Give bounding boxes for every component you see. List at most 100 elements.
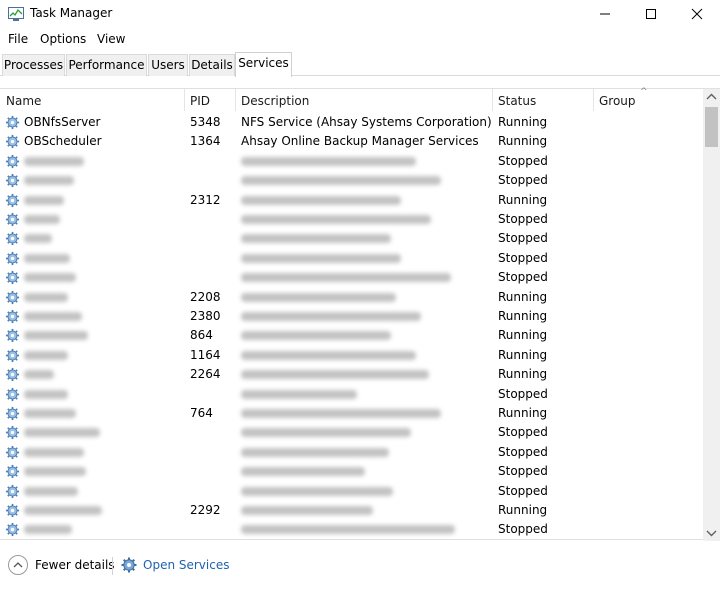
redacted-name <box>24 525 72 535</box>
table-row[interactable]: Stopped <box>0 482 703 501</box>
service-gear-icon <box>5 484 20 498</box>
table-row[interactable]: 1164 Running <box>0 346 703 365</box>
service-gear-icon <box>5 523 20 537</box>
redacted-name <box>24 234 52 244</box>
redacted-description <box>241 234 391 244</box>
table-row[interactable]: Stopped <box>0 443 703 462</box>
column-header-pid[interactable]: PID <box>184 89 235 111</box>
service-gear-icon <box>5 348 20 362</box>
footer-bar: Fewer details Open Services <box>0 550 720 582</box>
maximize-button[interactable] <box>628 0 674 28</box>
service-pid: 864 <box>190 328 213 343</box>
service-gear-icon <box>5 154 20 168</box>
tab-performance[interactable]: Performance <box>66 54 147 76</box>
table-row[interactable]: Stopped <box>0 268 703 287</box>
service-status: Stopped <box>498 153 548 168</box>
service-gear-icon <box>5 329 20 343</box>
redacted-description <box>241 292 396 302</box>
service-gear-icon <box>5 193 20 207</box>
chevron-up-icon <box>13 562 23 568</box>
table-row[interactable]: 2208 Running <box>0 288 703 307</box>
footer-divider <box>112 557 113 575</box>
service-gear-icon <box>5 271 20 285</box>
service-gear-icon <box>5 232 20 246</box>
table-row[interactable]: Stopped <box>0 229 703 248</box>
services-table: Name PID Description Status Group ^ OBNf… <box>0 87 720 541</box>
redacted-description <box>241 195 401 205</box>
redacted-description <box>241 273 451 283</box>
service-status: Running <box>498 503 548 517</box>
maximize-icon <box>646 9 656 19</box>
service-status: Running <box>498 289 548 304</box>
tab-services[interactable]: Services <box>235 52 292 77</box>
tab-processes[interactable]: Processes <box>2 54 65 76</box>
menu-options[interactable]: Options <box>40 32 86 46</box>
table-row[interactable]: OBNfsServer NFS Service (Ahsay Systems Co… <box>0 113 703 132</box>
service-status: Stopped <box>498 173 548 188</box>
redacted-name <box>24 215 60 224</box>
table-row[interactable]: Stopped <box>0 152 703 171</box>
column-header-status[interactable]: Status <box>492 89 593 111</box>
service-pid: 1164 <box>190 347 221 362</box>
close-button[interactable] <box>674 0 720 28</box>
service-gear-icon <box>5 290 20 304</box>
service-pid: 2380 <box>190 309 221 323</box>
table-row[interactable]: Stopped <box>0 385 703 404</box>
table-row[interactable]: 2380 Running <box>0 307 703 326</box>
scroll-up-icon[interactable] <box>703 89 720 106</box>
table-row[interactable]: 764 Running <box>0 404 703 423</box>
service-status: Stopped <box>498 250 548 265</box>
column-header-name[interactable]: Name <box>0 89 184 111</box>
service-gear-icon <box>5 503 20 518</box>
table-row[interactable]: Stopped <box>0 249 703 268</box>
table-row[interactable]: Stopped <box>0 423 703 442</box>
fewer-details-link[interactable]: Fewer details <box>35 558 115 572</box>
redacted-name <box>24 156 84 166</box>
table-row[interactable]: Stopped <box>0 520 703 539</box>
service-status: Stopped <box>498 483 548 498</box>
scroll-down-icon[interactable] <box>703 524 720 541</box>
redacted-name <box>24 331 88 341</box>
service-status: Running <box>498 115 548 129</box>
menu-view[interactable]: View <box>97 32 125 46</box>
minimize-button[interactable] <box>582 0 628 28</box>
window-title: Task Manager <box>30 6 113 20</box>
table-row[interactable]: Stopped <box>0 171 703 190</box>
service-gear-icon <box>5 426 20 440</box>
service-status: Running <box>498 192 548 207</box>
service-status: Running <box>498 134 548 149</box>
scroll-thumb[interactable] <box>705 107 718 147</box>
task-manager-icon <box>8 7 24 21</box>
table-row[interactable]: OBScheduler Ahsay Online Backup Manager S… <box>0 132 703 151</box>
tab-strip: Processes Performance Users Details Serv… <box>0 52 720 77</box>
table-row[interactable]: 2312 Running <box>0 191 703 210</box>
table-row[interactable]: Stopped <box>0 462 703 481</box>
table-row[interactable]: 864 Running <box>0 326 703 345</box>
open-services-link[interactable]: Open Services <box>143 558 229 572</box>
tab-users[interactable]: Users <box>148 54 188 76</box>
service-pid: 5348 <box>190 115 221 129</box>
table-row[interactable]: 2292 Running <box>0 501 703 520</box>
table-row[interactable]: 2264 Running <box>0 365 703 384</box>
service-status: Stopped <box>498 231 548 246</box>
redacted-description <box>241 312 421 321</box>
column-header-group[interactable]: Group <box>593 89 703 111</box>
redacted-name <box>24 428 100 438</box>
menu-file[interactable]: File <box>8 32 28 46</box>
tab-details[interactable]: Details <box>189 54 235 76</box>
fewer-details-button[interactable] <box>8 555 28 575</box>
service-description: Ahsay Online Backup Manager Services <box>241 134 479 149</box>
redacted-description <box>241 253 401 263</box>
service-gear-icon <box>5 212 20 227</box>
service-gear-icon <box>5 309 20 324</box>
redacted-description <box>241 428 411 438</box>
redacted-description <box>241 389 357 399</box>
redacted-description <box>241 506 373 515</box>
table-row[interactable]: Stopped <box>0 210 703 229</box>
service-status: Stopped <box>498 212 548 226</box>
redacted-description <box>241 331 391 341</box>
gear-icon[interactable] <box>121 557 137 573</box>
column-header-description[interactable]: Description <box>235 89 492 111</box>
vertical-scrollbar[interactable] <box>703 89 720 541</box>
redacted-description <box>241 370 429 380</box>
